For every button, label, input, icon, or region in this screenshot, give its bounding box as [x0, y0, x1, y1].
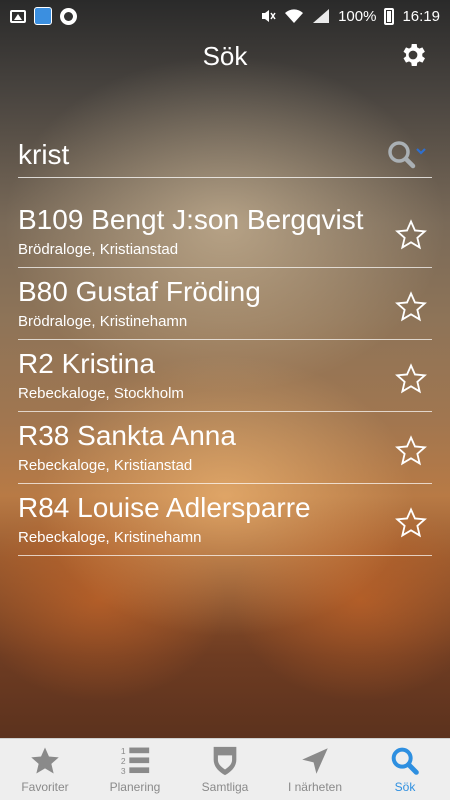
tab-i-narheten[interactable]: I närheten [270, 739, 360, 800]
star-icon[interactable] [394, 218, 428, 252]
tab-label: Sök [394, 780, 416, 794]
star-icon[interactable] [394, 362, 428, 396]
mute-icon [262, 10, 276, 22]
location-arrow-icon [302, 748, 328, 774]
list-item[interactable]: B109 Bengt J:son Bergqvist Brödraloge, K… [18, 196, 432, 268]
status-left [10, 7, 77, 25]
status-right: 100% 16:19 [260, 7, 440, 25]
result-title: R84 Louise Adlersparre [18, 492, 311, 523]
battery-icon [384, 7, 395, 25]
star-icon[interactable] [394, 290, 428, 324]
app-notification-icon [34, 7, 52, 25]
tab-favoriter[interactable]: Favoriter [0, 739, 90, 800]
numbered-list-icon: 1 2 3 [121, 746, 150, 776]
tab-label: Planering [109, 780, 161, 794]
search-icon [391, 747, 419, 775]
svg-text:3: 3 [121, 766, 126, 776]
result-title: B80 Gustaf Fröding [18, 276, 261, 307]
result-subtitle: Brödraloge, Kristianstad [18, 241, 179, 258]
result-subtitle: Brödraloge, Kristinehamn [18, 313, 188, 330]
list-item[interactable]: B80 Gustaf Fröding Brödraloge, Kristineh… [18, 268, 432, 340]
tab-label: Samtliga [201, 780, 249, 794]
tab-planering[interactable]: 1 2 3 Planering [90, 739, 180, 800]
list-item[interactable]: R38 Sankta Anna Rebeckaloge, Kristiansta… [18, 412, 432, 484]
result-title: R2 Kristina [18, 348, 155, 379]
svg-text:2: 2 [121, 756, 126, 766]
star-icon[interactable] [394, 434, 428, 468]
search-button[interactable] [384, 135, 432, 175]
status-bar: 100% 16:19 [0, 0, 450, 32]
tab-bar: Favoriter 1 2 3 Planering Samtliga I när… [0, 738, 450, 800]
result-title: B109 Bengt J:son Bergqvist [18, 204, 364, 235]
tab-sok[interactable]: Sök [360, 739, 450, 800]
signal-icon [313, 9, 330, 23]
tab-label: Favoriter [21, 780, 69, 794]
header: Sök [0, 32, 450, 80]
result-subtitle: Rebeckaloge, Stockholm [18, 385, 184, 402]
search-bar [18, 132, 432, 178]
shield-icon [213, 746, 237, 776]
gear-icon[interactable] [398, 40, 428, 70]
battery-percent: 100% [338, 7, 377, 25]
result-subtitle: Rebeckaloge, Kristianstad [18, 457, 193, 474]
tab-label: I närheten [287, 780, 343, 794]
wifi-icon [285, 9, 304, 23]
star-icon [31, 747, 59, 774]
result-title: R38 Sankta Anna [18, 420, 236, 451]
results-list: B109 Bengt J:son Bergqvist Brödraloge, K… [18, 196, 432, 556]
svg-text:1: 1 [121, 746, 126, 756]
result-subtitle: Rebeckaloge, Kristinehamn [18, 529, 202, 546]
clock: 16:19 [402, 7, 440, 25]
tab-samtliga[interactable]: Samtliga [180, 739, 270, 800]
list-item[interactable]: R84 Louise Adlersparre Rebeckaloge, Kris… [18, 484, 432, 556]
search-input[interactable] [18, 132, 384, 177]
star-icon[interactable] [394, 506, 428, 540]
list-item[interactable]: R2 Kristina Rebeckaloge, Stockholm [18, 340, 432, 412]
search-icon [388, 140, 426, 168]
page-title: Sök [202, 40, 248, 71]
image-icon [10, 9, 26, 23]
round-app-icon [60, 7, 77, 25]
